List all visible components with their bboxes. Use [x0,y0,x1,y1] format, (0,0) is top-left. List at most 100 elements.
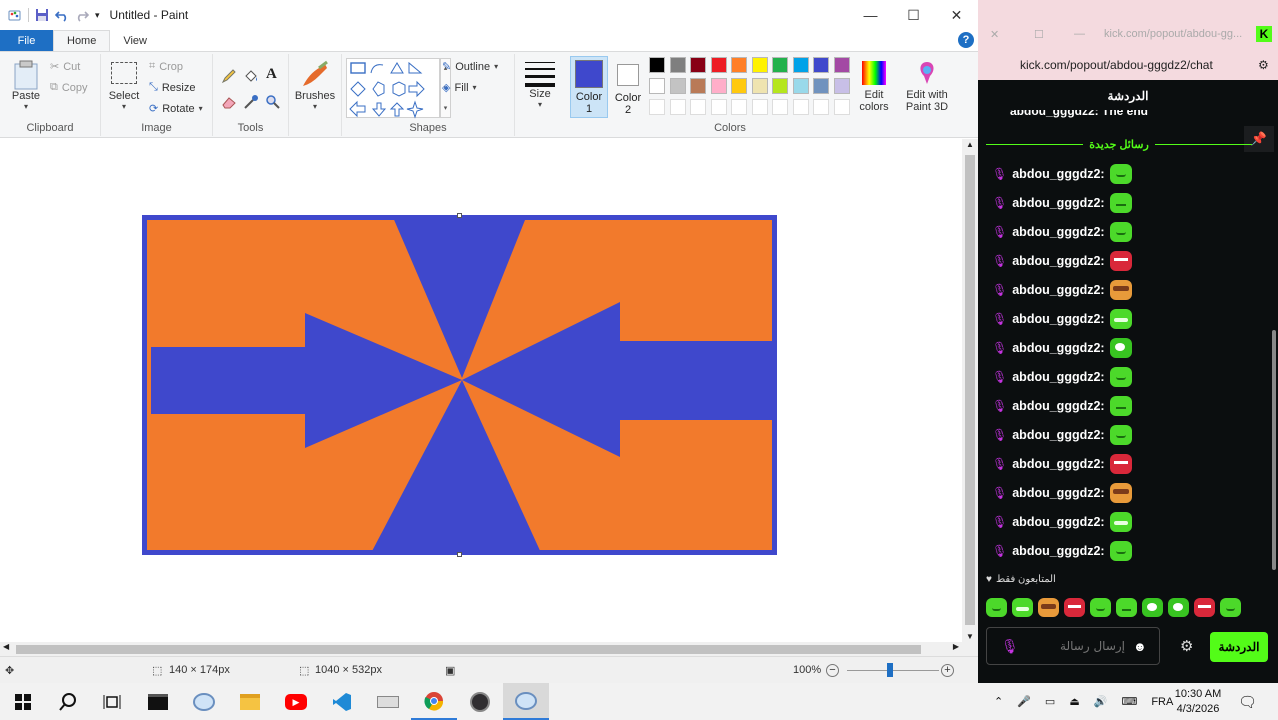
chat-message[interactable]: 🎙 abdou_gggdz2: [992,220,1132,244]
canvas-area[interactable] [0,139,962,642]
select-button[interactable]: Select ▾ [107,62,141,111]
zoom-slider-thumb[interactable] [887,663,893,677]
palette-swatch[interactable] [690,57,706,73]
address-bar[interactable]: kick.com/popout/abdou-gggdz2/chat ⚙ [978,50,1278,80]
microphone-icon[interactable]: 🎙 [1001,638,1019,655]
palette-swatch[interactable] [792,78,809,94]
tray-microphone-icon[interactable]: 🎤 [1017,695,1031,708]
chat-message[interactable]: 🎙 abdou_gggdz2: [992,539,1132,563]
chat-scrollbar[interactable] [1270,110,1278,570]
chat-username[interactable]: abdou_gggdz2: [1012,196,1104,210]
tray-network-icon[interactable]: ▭ [1045,695,1055,708]
task-view-button[interactable] [89,683,135,720]
fill-button[interactable]: ◈ Fill ▾ [442,81,477,95]
minimize-icon[interactable]: — [1074,28,1085,40]
redo-icon[interactable] [75,8,89,22]
maximize-icon[interactable]: ☐ [1034,28,1044,41]
message-input-box[interactable]: 🎙 ☻ [986,627,1160,665]
tray-usb-icon[interactable]: ⏏ [1069,695,1079,708]
palette-swatch[interactable] [833,57,850,73]
custom-color-slot[interactable] [649,99,665,115]
chat-username[interactable]: abdou_gggdz2: [1012,254,1104,268]
site-settings-icon[interactable]: ⚙ [1258,58,1269,72]
resize-handle-top[interactable] [457,213,462,218]
custom-color-slot[interactable] [813,99,829,115]
chat-message[interactable]: 🎙 abdou_gggdz2: [992,481,1132,505]
copy-button[interactable]: ⧉ Copy [50,81,88,94]
palette-swatch[interactable] [690,78,706,94]
edit-with-paint3d-button[interactable]: Edit with Paint 3D [902,60,952,113]
palette-swatch[interactable] [751,57,768,73]
palette-swatch[interactable] [833,78,850,94]
palette-swatch[interactable] [813,78,829,94]
scroll-left-icon[interactable]: ◀ [3,642,9,651]
resize-button[interactable]: ⤡ Resize [149,81,195,94]
palette-swatch[interactable] [751,78,768,94]
zoom-slider-track[interactable] [847,670,939,671]
chat-username[interactable]: abdou_gggdz2: [1012,167,1104,181]
chat-username[interactable]: abdou_gggdz2: [1012,225,1104,239]
outline-button[interactable]: ✎ Outline ▾ [442,60,498,74]
custom-color-slot[interactable] [751,99,768,115]
chat-username[interactable]: abdou_gggdz2: [1012,428,1104,442]
chat-username[interactable]: abdou_gggdz2: [1012,312,1104,326]
green-sad-emote-icon[interactable] [1116,598,1137,617]
close-button[interactable]: ✕ [935,0,978,30]
clock[interactable]: 10:30 AM 4/3/2026 [1166,683,1230,720]
tray-chevron-icon[interactable]: ⌃ [994,695,1003,708]
help-icon[interactable]: ? [958,32,974,48]
chat-username[interactable]: abdou_gggdz2: [1012,370,1104,384]
maximize-button[interactable]: ☐ [892,0,935,30]
color-picker-icon[interactable] [243,94,259,110]
green-smile-emote-icon[interactable] [1090,598,1111,617]
red-angry-emote-icon[interactable] [1194,598,1215,617]
taskbar-app-terminal[interactable] [135,683,181,720]
green-eyes-emote-icon[interactable] [1168,598,1189,617]
edit-colors-button[interactable]: Edit colors [856,60,892,113]
vertical-scroll-thumb[interactable] [965,155,975,625]
vertical-scrollbar[interactable]: ▲ ▼ [962,139,978,642]
custom-color-slot[interactable] [690,99,706,115]
custom-color-slot[interactable] [772,99,788,115]
notifications-button[interactable]: 🗨 [1238,683,1257,720]
text-tool-icon[interactable]: A [266,66,277,83]
tab-home[interactable]: Home [53,30,111,51]
palette-swatch[interactable] [669,57,686,73]
red-angry-emote-icon[interactable] [1064,598,1085,617]
chat-username[interactable]: abdou_gggdz2: [1012,486,1104,500]
chat-message[interactable]: 🎙 abdou_gggdz2: [992,191,1132,215]
search-button[interactable] [45,683,91,720]
green-smile-emote-icon[interactable] [1220,598,1241,617]
message-input[interactable] [1021,631,1125,661]
palette-swatch[interactable] [710,78,727,94]
taskbar-app-youtube[interactable]: ▶ [273,683,319,720]
drawing-canvas[interactable] [142,215,777,555]
palette-swatch[interactable] [731,78,747,94]
green-eyes-emote-icon[interactable] [1142,598,1163,617]
rotate-button[interactable]: ⟳ Rotate ▾ [149,102,203,116]
chat-scroll-thumb[interactable] [1272,330,1276,570]
chat-username[interactable]: abdou_gggdz2: [1012,515,1104,529]
chat-message[interactable]: 🎙 abdou_gggdz2: [992,394,1132,418]
palette-swatch[interactable] [649,57,665,73]
custom-color-slot[interactable] [669,99,686,115]
palette-swatch[interactable] [669,78,686,94]
burger-face-emote-icon[interactable] [1038,598,1059,617]
taskbar-app-file-explorer[interactable] [227,683,273,720]
scroll-right-icon[interactable]: ▶ [953,642,959,651]
customize-quick-access-icon[interactable]: ▾ [95,10,100,21]
chat-send-button[interactable]: الدردشة [1210,632,1268,662]
chat-username[interactable]: abdou_gggdz2: [1012,457,1104,471]
shapes-gallery[interactable] [346,58,440,119]
tray-volume-icon[interactable]: 🔊 [1094,695,1108,708]
minimize-button[interactable]: — [849,0,892,30]
cut-button[interactable]: ✂ Cut [50,60,80,74]
chat-settings-icon[interactable]: ⚙ [1180,637,1193,655]
tray-keyboard-icon[interactable]: ⌨ [1121,695,1137,708]
green-smile-emote-icon[interactable] [986,598,1007,617]
zoom-out-icon[interactable]: − [826,663,839,677]
palette-swatch[interactable] [813,57,829,73]
green-grin-emote-icon[interactable] [1012,598,1033,617]
custom-color-slot[interactable] [792,99,809,115]
chat-message[interactable]: 🎙 abdou_gggdz2: [992,307,1132,331]
